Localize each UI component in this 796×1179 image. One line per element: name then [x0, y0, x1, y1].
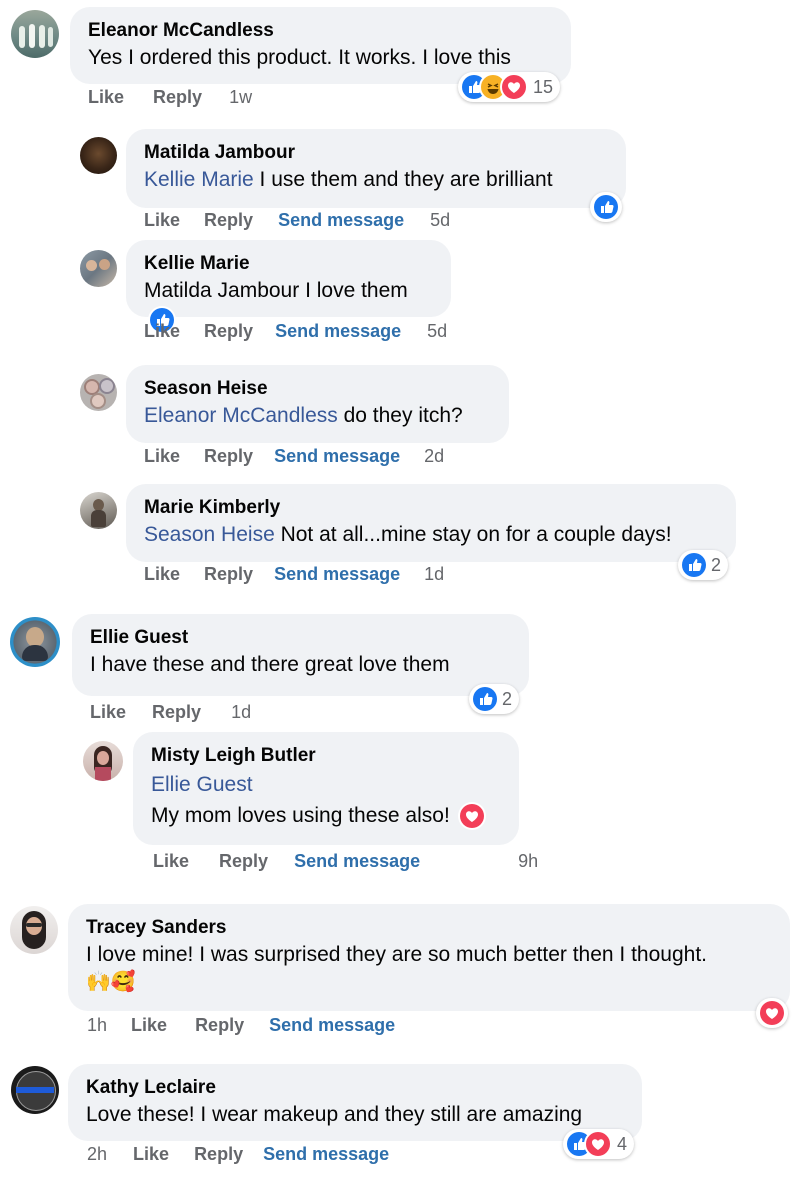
reaction-summary[interactable]	[756, 998, 788, 1028]
comment-author[interactable]: Kellie Marie	[144, 252, 433, 276]
comment-text: Yes I ordered this product. It works. I …	[88, 46, 511, 69]
comment-timestamp[interactable]: 1w	[229, 87, 252, 108]
send-message-button[interactable]: Send message	[274, 564, 400, 585]
comment-text: Kellie Marie I use them and they are bri…	[144, 168, 553, 191]
like-button[interactable]: Like	[153, 851, 189, 872]
love-reaction-icon	[500, 73, 528, 101]
avatar[interactable]	[10, 906, 58, 954]
comment-text: Season Heise Not at all...mine stay on f…	[144, 523, 672, 546]
like-button[interactable]: Like	[144, 564, 180, 585]
comment-actions: Like Reply Send message 5d	[144, 321, 447, 342]
comment-timestamp[interactable]: 1d	[231, 702, 251, 723]
comment-text: Eleanor McCandless do they itch?	[144, 404, 463, 427]
comment-timestamp[interactable]: 1h	[87, 1015, 107, 1036]
comment-author[interactable]: Misty Leigh Butler	[151, 744, 501, 768]
avatar[interactable]	[11, 1066, 59, 1114]
reaction-summary[interactable]: 2	[678, 550, 729, 580]
like-button[interactable]: Like	[131, 1015, 167, 1036]
reply-button[interactable]: Reply	[194, 1144, 243, 1165]
comment-text: My mom loves using these also!	[151, 801, 501, 830]
comment-actions: Like Reply Send message 1d	[144, 564, 444, 585]
reaction-count: 2	[502, 688, 513, 709]
comment-bubble: Tracey Sanders I love mine! I was surpri…	[68, 904, 790, 1011]
avatar[interactable]	[80, 137, 117, 174]
comment-text: Love these! I wear makeup and they still…	[86, 1103, 583, 1126]
comment-timestamp[interactable]: 9h	[518, 851, 538, 872]
comment-timestamp[interactable]: 2h	[87, 1144, 107, 1165]
like-button[interactable]: Like	[144, 446, 180, 467]
emoji-text: 🙌🥰	[86, 971, 136, 993]
comment-timestamp[interactable]: 5d	[427, 321, 447, 342]
like-button[interactable]: Like	[144, 321, 180, 342]
comment-timestamp[interactable]: 1d	[424, 564, 444, 585]
mention-link[interactable]: Eleanor McCandless	[144, 404, 338, 427]
reaction-summary[interactable]: 2	[469, 684, 520, 714]
reply-button[interactable]: Reply	[204, 564, 253, 585]
mention-link[interactable]: Season Heise	[144, 523, 275, 546]
comment-author[interactable]: Marie Kimberly	[144, 496, 718, 520]
like-reaction-icon	[682, 553, 706, 577]
avatar[interactable]	[80, 250, 117, 287]
reply-button[interactable]: Reply	[204, 446, 253, 467]
avatar[interactable]	[10, 617, 60, 667]
comment-bubble: Marie Kimberly Season Heise Not at all..…	[126, 484, 736, 562]
reply-button[interactable]: Reply	[219, 851, 268, 872]
comment-bubble: Misty Leigh Butler Ellie Guest My mom lo…	[133, 732, 519, 845]
like-button[interactable]: Like	[88, 87, 124, 108]
send-message-button[interactable]: Send message	[275, 321, 401, 342]
reply-button[interactable]: Reply	[204, 321, 253, 342]
mention-link[interactable]: Kellie Marie	[144, 168, 254, 191]
comment-author[interactable]: Season Heise	[144, 377, 491, 401]
like-reaction-icon	[594, 195, 618, 219]
send-message-button[interactable]: Send message	[294, 851, 420, 872]
comment-actions: Like Reply 1w	[88, 87, 252, 108]
reaction-count: 4	[617, 1133, 628, 1154]
reaction-summary[interactable]: 4	[563, 1129, 635, 1159]
mention-link[interactable]: Ellie Guest	[151, 770, 501, 799]
send-message-button[interactable]: Send message	[269, 1015, 395, 1036]
send-message-button[interactable]: Send message	[278, 210, 404, 231]
like-button[interactable]: Like	[144, 210, 180, 231]
reply-button[interactable]: Reply	[204, 210, 253, 231]
reply-button[interactable]: Reply	[153, 87, 202, 108]
comment-author[interactable]: Matilda Jambour	[144, 141, 608, 165]
comment-bubble: Kellie Marie Matilda Jambour I love them	[126, 240, 451, 333]
send-message-button[interactable]: Send message	[274, 446, 400, 467]
reply-button[interactable]: Reply	[195, 1015, 244, 1036]
comment-actions: Like Reply Send message 5d	[144, 210, 450, 231]
like-reaction-icon	[473, 687, 497, 711]
comment-bubble: Matilda Jambour Kellie Marie I use them …	[126, 129, 626, 208]
avatar[interactable]	[83, 741, 123, 781]
comment-actions: Like Reply Send message 2d	[144, 446, 444, 467]
comment-text: I have these and there great love them	[90, 653, 450, 676]
like-button[interactable]: Like	[90, 702, 126, 723]
reaction-count: 15	[533, 76, 554, 97]
comment-actions: 2h Like Reply Send message	[87, 1144, 389, 1165]
comment-author[interactable]: Kathy Leclaire	[86, 1076, 624, 1100]
reply-button[interactable]: Reply	[152, 702, 201, 723]
comment-timestamp[interactable]: 5d	[430, 210, 450, 231]
avatar[interactable]	[80, 492, 117, 529]
like-button[interactable]: Like	[133, 1144, 169, 1165]
comment-bubble: Season Heise Eleanor McCandless do they …	[126, 365, 509, 443]
comment-bubble: Ellie Guest I have these and there great…	[72, 614, 529, 696]
send-message-button[interactable]: Send message	[263, 1144, 389, 1165]
comment-author[interactable]: Eleanor McCandless	[88, 19, 553, 43]
reaction-summary[interactable]	[590, 192, 622, 222]
love-reaction-icon[interactable]	[459, 804, 484, 829]
comment-author[interactable]: Ellie Guest	[90, 626, 511, 650]
comment-author[interactable]: Tracey Sanders	[86, 916, 772, 940]
comment-actions: 1h Like Reply Send message	[87, 1015, 395, 1036]
love-reaction-icon	[760, 1001, 784, 1025]
comment-timestamp[interactable]: 2d	[424, 446, 444, 467]
avatar[interactable]	[11, 10, 59, 58]
love-reaction-icon	[584, 1130, 612, 1158]
comment-actions: Like Reply 1d	[90, 702, 251, 723]
avatar[interactable]	[80, 374, 117, 411]
comment-bubble: Kathy Leclaire Love these! I wear makeup…	[68, 1064, 642, 1141]
comment-text: I love mine! I was surprised they are so…	[86, 943, 707, 966]
reaction-summary[interactable]: 15	[458, 72, 561, 102]
reaction-count: 2	[711, 554, 722, 575]
comment-actions: Like Reply Send message 9h	[153, 851, 538, 872]
